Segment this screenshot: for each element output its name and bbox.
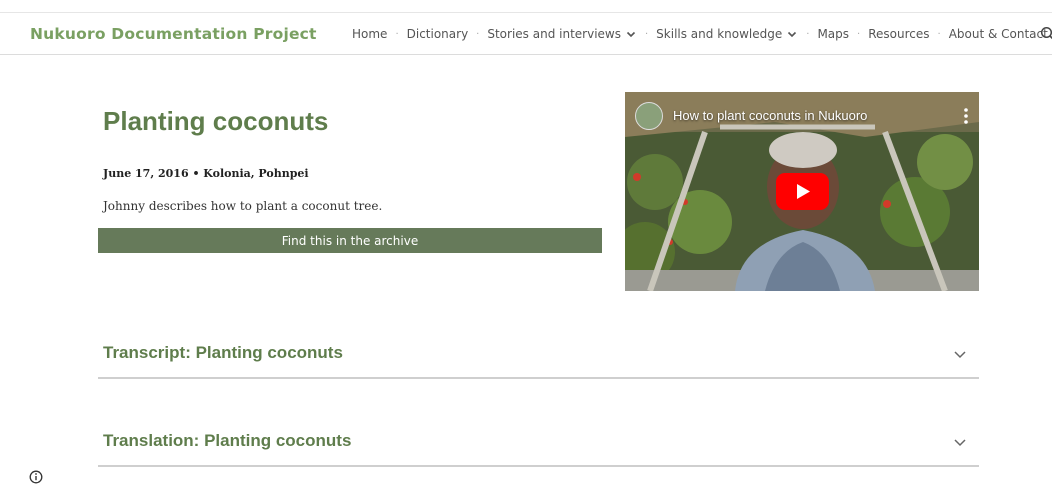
accordion-title: Transcript: Planting coconuts [103,343,343,362]
chevron-down-icon [788,31,797,38]
nav-item-label: Maps [817,27,850,41]
nav-item-home[interactable]: Home [352,27,387,41]
chevron-down-icon[interactable] [953,347,967,361]
nav-item-label: Home [352,27,388,41]
nav-item-stories[interactable]: Stories and interviews [487,27,637,41]
nav-separator: · [476,28,480,40]
nav-item-label: Resources [868,27,930,41]
site-title[interactable]: Nukuoro Documentation Project [30,25,317,43]
nav-item-resources[interactable]: Resources [868,27,929,41]
search-icon[interactable] [1040,26,1052,42]
nav-item-about[interactable]: About & Contact [949,27,1048,41]
main-nav: Home · Dictionary · Stories and intervie… [352,27,1048,41]
transcript-accordion[interactable]: Transcript: Planting coconuts [98,332,979,379]
description: Johnny describes how to plant a coconut … [103,199,383,213]
info-icon[interactable] [29,470,43,484]
nav-item-dictionary[interactable]: Dictionary [407,27,469,41]
nav-separator: · [806,28,810,40]
video-embed[interactable]: How to plant coconuts in Nukuoro [625,92,979,291]
nav-separator: · [395,28,399,40]
chevron-down-icon [626,31,636,38]
nav-separator: · [644,28,649,40]
nav-item-skills[interactable]: Skills and knowledge [656,27,798,41]
nav-separator: · [857,28,861,40]
find-in-archive-button[interactable]: Find this in the archive [98,228,602,253]
accordion-title: Translation: Planting coconuts [103,431,352,450]
nav-item-label: Skills and knowledge [656,27,783,41]
channel-avatar[interactable] [635,102,663,130]
nav-item-label: Stories and interviews [487,27,621,41]
chevron-down-icon[interactable] [953,435,967,449]
nav-item-label: Dictionary [406,27,469,41]
nav-separator: · [937,28,941,40]
video-title[interactable]: How to plant coconuts in Nukuoro [673,108,867,123]
translation-accordion[interactable]: Translation: Planting coconuts [98,420,979,467]
youtube-play-icon[interactable] [776,173,829,210]
site-header: Nukuoro Documentation Project Home · Dic… [0,13,1052,55]
more-options-icon[interactable] [963,106,969,126]
date-location: June 17, 2016 • Kolonia, Pohnpei [103,167,309,180]
nav-item-maps[interactable]: Maps [817,27,849,41]
page-title: Planting coconuts [103,106,329,136]
nav-item-label: About & Contact [948,27,1048,41]
